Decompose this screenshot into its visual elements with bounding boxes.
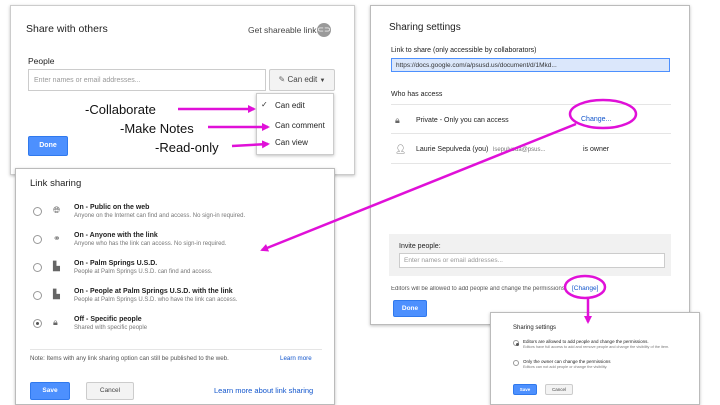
menu-item-can-view[interactable]: Can view xyxy=(275,138,308,147)
mini-cancel-button[interactable]: Cancel xyxy=(545,384,573,395)
link-sharing-title: Link sharing xyxy=(30,178,82,189)
learn-more-link-sharing[interactable]: Learn more about link sharing xyxy=(214,386,313,395)
note-learn-more-link[interactable]: Learn more xyxy=(280,355,312,362)
mini-opt1: Editors are allowed to add people and ch… xyxy=(523,339,649,344)
mini-opt1-desc: Editors have full access to add and remo… xyxy=(523,345,670,349)
person-icon: 👤︎ xyxy=(395,144,407,154)
people-placeholder: Enter names or email addresses... xyxy=(34,77,141,84)
share-done-button[interactable]: Done xyxy=(28,136,68,156)
menu-item-can-comment[interactable]: Can comment xyxy=(275,121,325,130)
globe-icon: 🌐︎ xyxy=(53,205,61,215)
option-public-title: On - Public on the web xyxy=(74,204,150,211)
option-domain-desc: People at Palm Springs U.S.D. can find a… xyxy=(74,269,213,275)
link-icon[interactable]: ⊂⊃ xyxy=(317,23,331,37)
invite-placeholder: Enter names or email addresses... xyxy=(404,257,503,264)
share-title: Share with others xyxy=(26,23,108,35)
lock-icon: 🔒︎ xyxy=(395,115,400,125)
radio-specific-people[interactable] xyxy=(33,319,42,328)
building-icon: ▙ xyxy=(53,261,60,271)
radio-domain[interactable] xyxy=(33,263,42,272)
mini-title: Sharing settings xyxy=(513,325,557,331)
building-link-icon: ▙ xyxy=(53,289,60,299)
publish-note: Note: Items with any link sharing option… xyxy=(30,355,229,362)
divider xyxy=(391,163,671,164)
link-sharing-cancel-button[interactable]: Cancel xyxy=(86,382,134,400)
divider xyxy=(391,133,671,134)
owner-email: lsepulveda@psus... xyxy=(493,147,546,153)
annotation-make-notes: -Make Notes xyxy=(120,121,194,136)
option-domain-link-desc: People at Palm Springs U.S.D. who have t… xyxy=(74,297,238,303)
option-specific-desc: Shared with specific people xyxy=(74,325,148,331)
mini-sharing-settings: Sharing settings Editors are allowed to … xyxy=(490,312,700,405)
mini-save-button[interactable]: Save xyxy=(513,384,537,395)
annotation-read-only: -Read-only xyxy=(155,140,219,155)
get-shareable-link[interactable]: Get shareable link xyxy=(248,25,317,35)
check-icon: ✓ xyxy=(261,100,268,109)
lock-icon: 🔒︎ xyxy=(53,317,58,327)
option-anyone-link-desc: Anyone who has the link can access. No s… xyxy=(74,241,227,247)
permission-menu: ✓ Can edit Can comment Can view xyxy=(256,93,334,155)
mini-opt2-desc: Editors can not add people or change the… xyxy=(523,365,608,369)
private-access-text: Private - Only you can access xyxy=(416,117,509,124)
settings-done-button[interactable]: Done xyxy=(393,300,427,317)
option-domain-title: On - Palm Springs U.S.D. xyxy=(74,260,158,267)
radio-anyone-link[interactable] xyxy=(33,235,42,244)
link-sharing-dialog: Link sharing 🌐︎ On - Public on the web A… xyxy=(15,168,335,405)
divider xyxy=(391,104,671,105)
link-to-share-label: Link to share (only accessible by collab… xyxy=(391,47,537,54)
radio-domain-link[interactable] xyxy=(33,291,42,300)
editors-note: Editors will be allowed to add people an… xyxy=(391,286,567,292)
owner-role: is owner xyxy=(583,146,610,153)
people-input[interactable]: Enter names or email addresses... xyxy=(28,69,266,91)
can-edit-label: Can edit xyxy=(287,75,318,84)
who-has-access-label: Who has access xyxy=(391,91,443,98)
option-anyone-link-title: On - Anyone with the link xyxy=(74,232,158,239)
option-domain-link-title: On - People at Palm Springs U.S.D. with … xyxy=(74,288,233,295)
invite-label: Invite people: xyxy=(399,243,441,250)
link-sharing-save-button[interactable]: Save xyxy=(30,382,70,400)
owner-name: Laurie Sepulveda (you) xyxy=(416,146,489,153)
people-link-icon: ⚭ xyxy=(53,233,61,243)
caret-down-icon: ▼ xyxy=(319,78,326,84)
radio-public[interactable] xyxy=(33,207,42,216)
link-url-text: https://docs.google.com/a/psusd.us/docum… xyxy=(396,62,557,69)
change-access-link[interactable]: Change... xyxy=(581,116,611,123)
people-label: People xyxy=(28,56,55,66)
option-public-desc: Anyone on the Internet can find and acce… xyxy=(74,213,246,219)
link-url-field[interactable]: https://docs.google.com/a/psusd.us/docum… xyxy=(391,58,670,72)
divider xyxy=(30,349,322,350)
settings-title: Sharing settings xyxy=(389,22,461,33)
mini-radio-owner[interactable] xyxy=(513,360,519,366)
invite-input[interactable]: Enter names or email addresses... xyxy=(399,253,665,268)
option-specific-title: Off - Specific people xyxy=(74,316,142,323)
mini-opt2: Only the owner can change the permission… xyxy=(523,359,611,364)
can-edit-button[interactable]: ✎ Can edit ▼ xyxy=(269,69,335,91)
menu-item-can-edit[interactable]: Can edit xyxy=(275,101,305,110)
editors-change-link[interactable]: [Change] xyxy=(572,285,598,292)
annotation-collaborate: -Collaborate xyxy=(85,102,156,117)
mini-radio-editors[interactable] xyxy=(513,340,519,346)
sharing-settings-dialog: Sharing settings Link to share (only acc… xyxy=(370,5,690,325)
pencil-icon: ✎ xyxy=(278,75,286,84)
